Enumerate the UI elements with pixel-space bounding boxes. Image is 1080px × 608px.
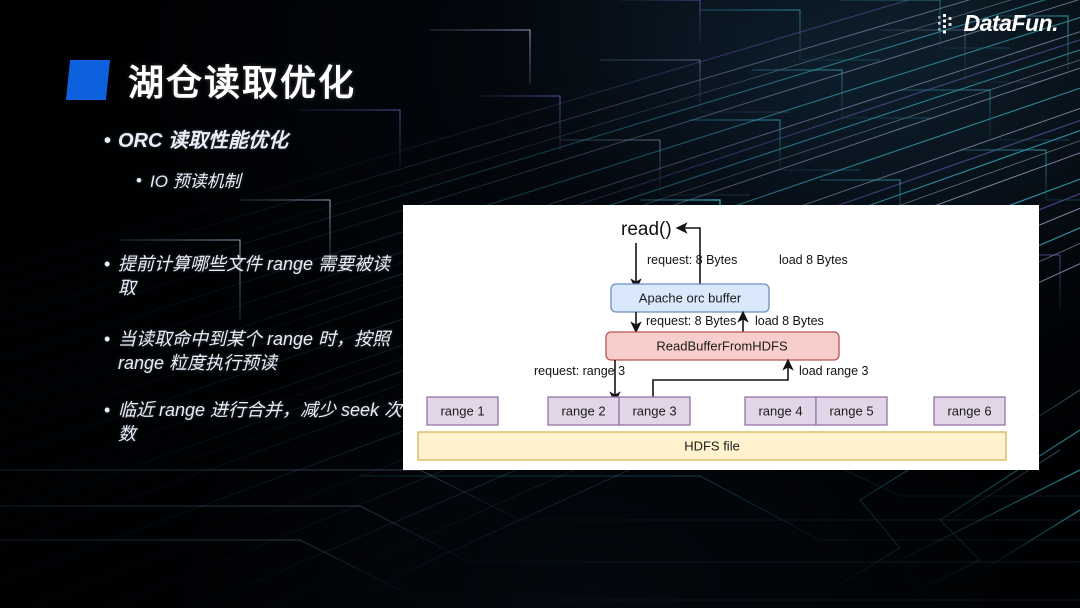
- node-apache-orc-buffer-label: Apache orc buffer: [639, 290, 742, 305]
- edge-load-range-3: [652, 358, 794, 401]
- bullet-text: ORC 读取性能优化: [118, 130, 288, 152]
- bullet-marker: •: [104, 329, 111, 349]
- node-read-buffer-from-hdfs-label: ReadBufferFromHDFS: [656, 338, 788, 353]
- bullet-level1-orc: • ORC 读取性能优化: [104, 128, 434, 155]
- bullet-text: IO 预读机制: [150, 172, 241, 191]
- range-box-2-label: range 2: [561, 403, 605, 418]
- bullet-level3-precompute-range: • 提前计算哪些文件 range 需要被读取: [104, 252, 399, 301]
- slide-root: DataFun. 湖仓读取优化 • ORC 读取性能优化 • IO 预读机制 •…: [0, 0, 1080, 608]
- diagram-panel: read() request: 8 Bytes load 8 Bytes Apa…: [403, 205, 1039, 470]
- orc-prefetch-diagram: read() request: 8 Bytes load 8 Bytes Apa…: [417, 219, 1007, 461]
- read-entry-label: read(): [621, 219, 672, 240]
- datafun-logo: DataFun.: [937, 10, 1059, 37]
- range-box-4-label: range 4: [758, 403, 802, 418]
- range-box-1-label: range 1: [440, 403, 484, 418]
- edge-label-load-8-bytes-top: load 8 Bytes: [779, 253, 848, 267]
- range-box-1[interactable]: range 1: [426, 396, 499, 426]
- bullet-marker: •: [136, 171, 142, 190]
- edge-label-load-range-3: load range 3: [799, 364, 869, 378]
- bullet-marker: •: [104, 400, 111, 420]
- bullet-text: 临近 range 进行合并，减少 seek 次数: [118, 400, 403, 445]
- datafun-dots-icon: [937, 13, 952, 33]
- range-box-5-label: range 5: [829, 403, 873, 418]
- range-box-3[interactable]: range 3: [618, 396, 691, 426]
- node-hdfs-file[interactable]: HDFS file: [417, 431, 1007, 461]
- edge-label-load-8-bytes-mid: load 8 Bytes: [755, 314, 824, 328]
- range-box-3-label: range 3: [632, 403, 676, 418]
- bullet-level2-io-prefetch: • IO 预读机制: [136, 170, 436, 193]
- bullet-text: 提前计算哪些文件 range 需要被读取: [118, 254, 391, 299]
- page-title: 湖仓读取优化: [128, 62, 357, 103]
- range-box-2[interactable]: range 2: [547, 396, 620, 426]
- bullet-level3-range-granularity: • 当读取命中到某个 range 时，按照 range 粒度执行预读: [104, 327, 404, 376]
- title-accent-square: [65, 60, 111, 100]
- range-box-5[interactable]: range 5: [815, 396, 888, 426]
- node-apache-orc-buffer[interactable]: Apache orc buffer: [610, 283, 770, 313]
- edge-label-request-8-bytes-mid: request: 8 Bytes: [646, 314, 736, 328]
- range-box-4[interactable]: range 4: [744, 396, 817, 426]
- node-read-buffer-from-hdfs[interactable]: ReadBufferFromHDFS: [605, 331, 840, 361]
- bullet-marker: •: [104, 254, 111, 274]
- node-hdfs-file-label: HDFS file: [684, 438, 740, 453]
- logo-text: DataFun.: [963, 10, 1059, 36]
- edge-label-request-range-3: request: range 3: [534, 364, 625, 378]
- bullet-level3-merge-ranges: • 临近 range 进行合并，减少 seek 次数: [104, 398, 404, 447]
- bullet-text: 当读取命中到某个 range 时，按照 range 粒度执行预读: [118, 329, 391, 374]
- range-box-6[interactable]: range 6: [933, 396, 1006, 426]
- edge-label-request-8-bytes-top: request: 8 Bytes: [647, 253, 737, 267]
- range-box-6-label: range 6: [947, 403, 991, 418]
- bullet-marker: •: [104, 130, 112, 152]
